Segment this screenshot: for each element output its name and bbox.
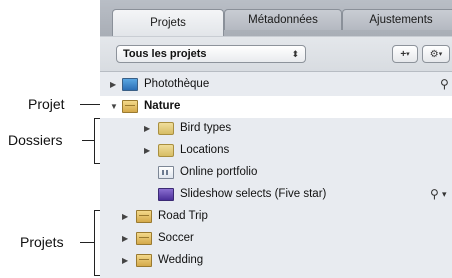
- search-icon[interactable]: ⚲: [440, 77, 449, 91]
- library-icon: [122, 78, 138, 91]
- list-item-label: Nature: [144, 100, 181, 112]
- list-item-online-portfolio[interactable]: Online portfolio: [100, 162, 452, 184]
- smart-slideshow-icon: [158, 188, 174, 201]
- list-item-label: Wedding: [158, 254, 204, 266]
- callout-dossiers: Dossiers: [8, 132, 63, 148]
- project-icon: [136, 210, 152, 223]
- list-item-locations[interactable]: ▶ Locations: [100, 140, 452, 162]
- list-item-phototheque[interactable]: ▶ Photothèque ⚲: [100, 74, 452, 96]
- action-menu-arrow-icon: ▾: [438, 51, 443, 58]
- list-item-nature[interactable]: ▼ Nature: [100, 96, 452, 118]
- disclosure-triangle-icon[interactable]: ▶: [144, 146, 150, 155]
- tab-ajustements[interactable]: Ajustements: [342, 9, 452, 30]
- disclosure-triangle-icon[interactable]: ▶: [122, 256, 128, 265]
- list-item-bird-types[interactable]: ▶ Bird types: [100, 118, 452, 140]
- list-item-soccer[interactable]: ▶ Soccer: [100, 228, 452, 250]
- callout-projet: Projet: [28, 96, 65, 112]
- project-icon: [136, 232, 152, 245]
- projects-filter-select[interactable]: Tous les projets ⬍: [116, 45, 306, 63]
- folder-icon: [158, 144, 174, 157]
- action-button[interactable]: ⚙ ▾: [422, 45, 450, 63]
- callout-dossiers-line: [82, 140, 94, 141]
- select-arrows-icon: ⬍: [291, 49, 299, 59]
- add-menu-arrow-icon: ▾: [406, 51, 410, 58]
- callout-projets-line: [80, 242, 94, 243]
- list-item-label: Soccer: [158, 232, 194, 244]
- inspector-tab-bar: Projets Métadonnées Ajustements: [100, 0, 452, 36]
- list-item-label: Slideshow selects (Five star): [180, 188, 327, 200]
- search-icon[interactable]: ⚲: [430, 187, 439, 201]
- list-item-label: Online portfolio: [180, 166, 258, 178]
- gear-icon: ⚙: [429, 48, 439, 60]
- folder-icon: [158, 122, 174, 135]
- disclosure-triangle-icon[interactable]: ▶: [110, 80, 116, 89]
- library-list: ▶ Photothèque ⚲ ▼ Nature ▶ Bird types ▶ …: [100, 72, 452, 278]
- projects-toolbar: Tous les projets ⬍ + ▾ ⚙ ▾: [100, 36, 452, 72]
- list-item-label: Locations: [180, 144, 230, 156]
- list-item-label: Bird types: [180, 122, 232, 134]
- list-item-slideshow-selects[interactable]: Slideshow selects (Five star) ⚲ ▾: [100, 184, 452, 206]
- tab-projets[interactable]: Projets: [112, 9, 224, 36]
- list-item-wedding[interactable]: ▶ Wedding: [100, 250, 452, 272]
- list-item-label: Road Trip: [158, 210, 208, 222]
- filter-menu-arrow-icon[interactable]: ▾: [442, 189, 447, 200]
- library-inspector-panel: Projets Métadonnées Ajustements Tous les…: [100, 0, 452, 278]
- project-icon: [136, 254, 152, 267]
- disclosure-triangle-icon[interactable]: ▶: [122, 234, 128, 243]
- add-button[interactable]: + ▾: [392, 45, 418, 63]
- album-icon: [158, 166, 174, 179]
- projects-filter-value: Tous les projets: [123, 48, 207, 60]
- disclosure-triangle-icon[interactable]: ▶: [144, 124, 150, 133]
- disclosure-triangle-expanded-icon[interactable]: ▼: [110, 102, 118, 111]
- list-item-road-trip[interactable]: ▶ Road Trip: [100, 206, 452, 228]
- list-item-label: Photothèque: [144, 78, 210, 90]
- tab-metadonnees[interactable]: Métadonnées: [224, 9, 342, 30]
- project-icon: [122, 100, 138, 113]
- callout-projets: Projets: [20, 234, 64, 250]
- callout-projet-line: [80, 104, 100, 105]
- disclosure-triangle-icon[interactable]: ▶: [122, 212, 128, 221]
